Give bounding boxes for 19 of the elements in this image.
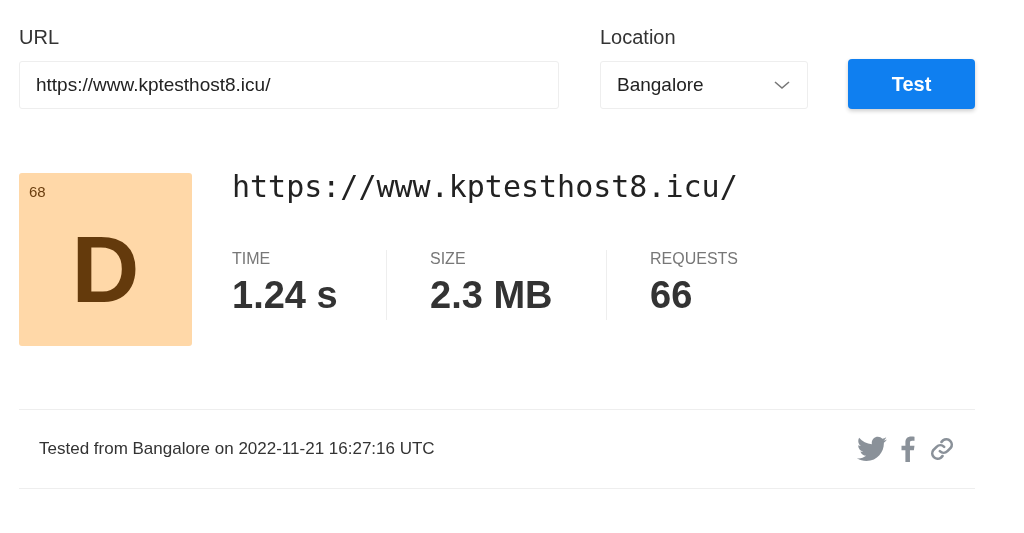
- test-button[interactable]: Test: [848, 59, 975, 109]
- tested-url: https://www.kptesthost8.icu/: [232, 169, 739, 204]
- grade-letter: D: [71, 215, 140, 324]
- metric-value: 2.3 MB: [430, 274, 554, 317]
- chevron-down-icon: [773, 80, 791, 90]
- test-info-text: Tested from Bangalore on 2022-11-21 16:27:16 UTC: [39, 439, 435, 459]
- url-label: URL: [19, 26, 60, 49]
- metric-label: TIME: [232, 250, 272, 268]
- metric-label: SIZE: [430, 250, 467, 268]
- facebook-icon[interactable]: [901, 436, 915, 462]
- url-input[interactable]: https://www.kptesthost8.icu/: [19, 61, 559, 109]
- link-icon[interactable]: [929, 436, 955, 462]
- location-label: Location: [600, 26, 677, 49]
- grade-score: 68: [29, 183, 46, 200]
- metric-value: 1.24 s: [232, 274, 339, 317]
- metric-value: 66: [650, 274, 694, 317]
- metric-label: REQUESTS: [650, 250, 739, 268]
- twitter-bird-icon[interactable]: [857, 436, 887, 462]
- location-select[interactable]: Bangalore: [600, 61, 808, 109]
